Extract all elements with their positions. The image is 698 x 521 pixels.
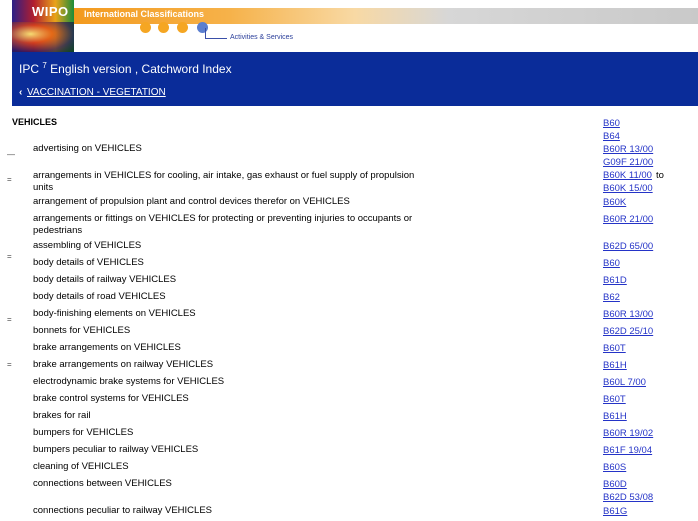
index-term: arrangements or fittings on VEHICLES for…: [33, 213, 413, 236]
page-title-ipc: IPC: [19, 62, 40, 76]
wipo-logo-text: WIPO: [32, 4, 69, 19]
code-link[interactable]: B60L 7/00: [603, 376, 646, 389]
index-term: body details of railway VEHICLES: [33, 274, 177, 285]
back-link[interactable]: ‹ VACCINATION - VEGETATION: [19, 87, 166, 98]
index-term: arrangements in VEHICLES for cooling, ai…: [33, 170, 415, 193]
code-link[interactable]: B62D 53/08: [603, 491, 653, 504]
wipo-logo[interactable]: WIPO: [12, 0, 74, 52]
code-link[interactable]: B60: [603, 257, 620, 270]
code-link[interactable]: B60K 11/00: [603, 169, 652, 182]
nav-dot-3[interactable]: [177, 22, 188, 33]
code-link[interactable]: B60R 19/02: [603, 427, 653, 440]
code-link[interactable]: B62D 65/00: [603, 240, 653, 253]
title-bar: IPC 7 English version , Catchword Index …: [12, 52, 698, 106]
index-term: bumpers peculiar to railway VEHICLES: [33, 444, 199, 455]
index-term: connections peculiar to railway VEHICLES: [33, 505, 213, 516]
code-link[interactable]: G09F 21/00: [603, 156, 653, 169]
code-link[interactable]: B60R 13/00: [603, 308, 653, 321]
code-link[interactable]: B60R 21/00: [603, 213, 653, 226]
heading-code-link[interactable]: B64: [603, 130, 620, 143]
connector-line-horizontal: [205, 38, 227, 39]
nav-dot-1[interactable]: [140, 22, 151, 33]
index-term: brakes for rail: [33, 410, 91, 421]
double-dash-icon: =: [7, 315, 12, 324]
code-link[interactable]: B60S: [603, 461, 626, 474]
index-term: brake arrangements on VEHICLES: [33, 342, 181, 353]
index-term: bumpers for VEHICLES: [33, 427, 134, 438]
code-link[interactable]: B62: [603, 291, 620, 304]
site-header: WIPO International Classifications Activ…: [0, 0, 698, 52]
index-term: brake arrangements on railway VEHICLES: [33, 359, 214, 370]
code-link[interactable]: B60K 15/00: [603, 182, 653, 195]
code-link[interactable]: B61H: [603, 410, 627, 423]
double-dash-icon: =: [7, 252, 12, 261]
code-link[interactable]: B60T: [603, 393, 626, 406]
code-link[interactable]: B61F 19/04: [603, 444, 652, 457]
nav-dot-activities[interactable]: [197, 22, 208, 33]
connector-line: [205, 28, 206, 38]
code-link[interactable]: B61D: [603, 274, 627, 287]
code-link[interactable]: B61H: [603, 359, 627, 372]
code-link[interactable]: B60D: [603, 478, 627, 491]
header-title: International Classifications: [84, 9, 205, 19]
index-term: electrodynamic brake systems for VEHICLE…: [33, 376, 225, 387]
index-heading: VEHICLES: [12, 117, 58, 127]
nav-dot-2[interactable]: [158, 22, 169, 33]
index-term: advertising on VEHICLES: [33, 143, 142, 154]
index-term: arrangement of propulsion plant and cont…: [33, 196, 350, 207]
chevron-left-icon: ‹: [19, 87, 23, 98]
double-dash-icon: =: [7, 360, 12, 369]
index-term: brake control systems for VEHICLES: [33, 393, 189, 404]
back-link-label: VACCINATION - VEGETATION: [27, 87, 166, 98]
code-link[interactable]: B60T: [603, 342, 626, 355]
code-link[interactable]: B62D 25/10: [603, 325, 653, 338]
code-link[interactable]: B61G: [603, 505, 627, 518]
page-title-edition: 7: [42, 61, 47, 70]
index-term: cleaning of VEHICLES: [33, 461, 129, 472]
index-term: body-finishing elements on VEHICLES: [33, 308, 196, 319]
index-term: body details of road VEHICLES: [33, 291, 166, 302]
dash-icon: —: [7, 150, 15, 159]
code-link[interactable]: B60K: [603, 196, 626, 209]
page-title-rest: English version , Catchword Index: [50, 62, 232, 76]
activities-link[interactable]: Activities & Services: [230, 34, 293, 41]
index-term: bonnets for VEHICLES: [33, 325, 131, 336]
double-dash-icon: =: [7, 175, 12, 184]
index-term: body details of VEHICLES: [33, 257, 144, 268]
heading-code-link[interactable]: B60: [603, 117, 620, 130]
index-term: assembling of VEHICLES: [33, 240, 142, 251]
page-title: IPC 7 English version , Catchword Index: [19, 61, 232, 76]
index-term: connections between VEHICLES: [33, 478, 172, 489]
code-link[interactable]: B60R 13/00: [603, 143, 653, 156]
range-joiner: to: [656, 170, 664, 181]
